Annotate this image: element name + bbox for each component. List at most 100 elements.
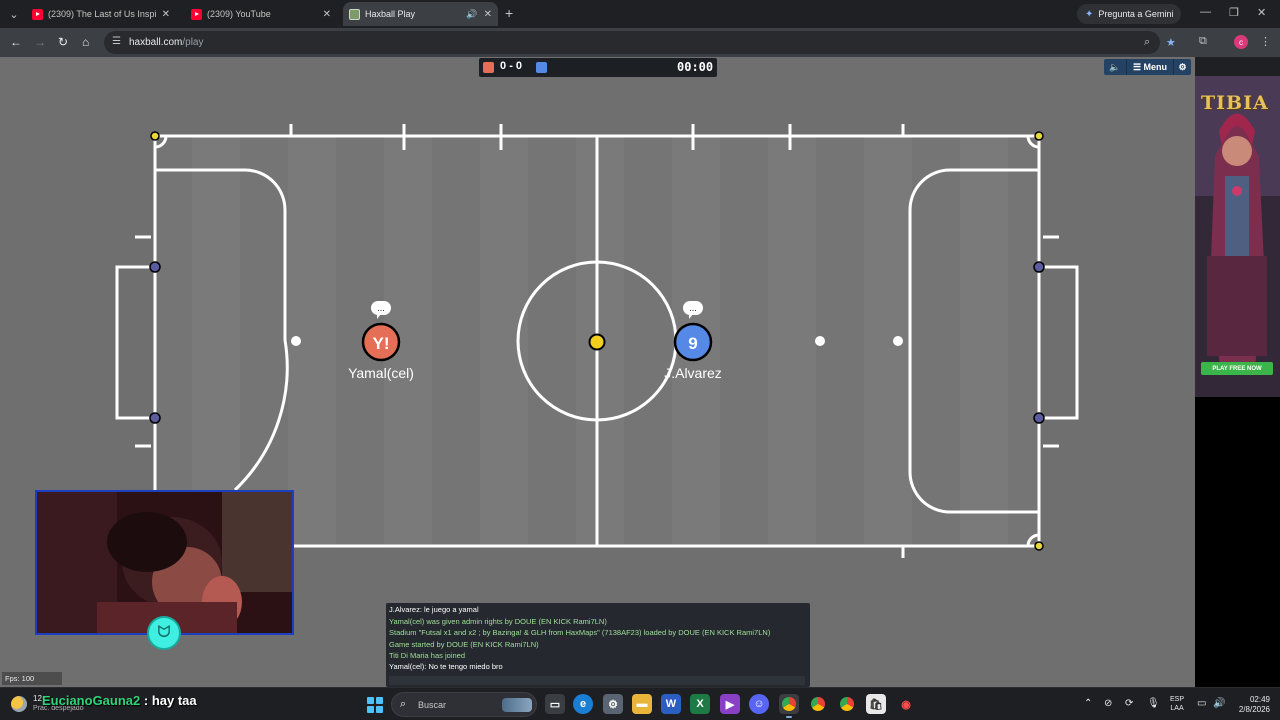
chrome-alt-icon[interactable] — [837, 694, 857, 714]
goal-post — [149, 261, 161, 273]
player-red-name: Yamal(cel) — [348, 365, 414, 381]
chrome-profile-icon[interactable] — [808, 694, 828, 714]
chat-line: Yamal(cel) was given admin rights by DOU… — [389, 617, 607, 626]
minimize-button[interactable]: — — [1200, 6, 1211, 18]
youtube-icon — [191, 8, 202, 20]
chat-line: Titi Di Maria has joined — [389, 651, 465, 660]
back-button[interactable]: ← — [10, 35, 22, 49]
address-bar[interactable]: ☰ haxball.com/play ⌕ ★ — [104, 31, 1176, 54]
score: 0 - 0 — [500, 60, 523, 72]
tab-title: (2309) The Last of Us Inspired A — [48, 9, 156, 19]
browser-toolbar: ← → ↻ ⌂ ☰ haxball.com/play ⌕ ★ ⧉ ⋮ — [0, 28, 1280, 57]
ad-title: TIBIA — [1201, 92, 1269, 114]
settings-icon[interactable]: ⚙ — [603, 694, 623, 714]
webcam-overlay — [35, 490, 294, 635]
webcam-feed — [37, 492, 292, 633]
store-icon[interactable]: 🛍 — [866, 694, 886, 714]
right-goal — [1039, 265, 1079, 420]
weather-temp: 12 — [33, 694, 42, 703]
stream-chat-message: : hay taa — [143, 693, 197, 708]
chrome-icon[interactable] — [779, 694, 799, 718]
match-clock: 00:00 — [677, 60, 714, 74]
extensions-icon[interactable]: ⧉ — [1199, 35, 1207, 48]
clipchamp-icon[interactable]: ▶ — [720, 694, 740, 714]
close-icon[interactable]: ✕ — [484, 9, 492, 20]
search-placeholder: Buscar — [418, 700, 447, 710]
stream-chat-user: EucianoGauna2 — [42, 693, 141, 708]
red-team-icon — [483, 62, 494, 73]
more-menu-icon[interactable]: ⋮ — [1260, 35, 1271, 48]
recorder-icon[interactable]: ◉ — [896, 694, 916, 714]
youtube-icon — [32, 8, 43, 20]
chat-panel: J.Alvarez: le juego a yamal Yamal(cel) w… — [386, 603, 810, 687]
game-top-buttons: 🔈 ☰ Menu ⚙ — [1104, 59, 1191, 75]
tray-update-icon[interactable]: ⟳ — [1125, 698, 1133, 709]
volume-icon[interactable]: 🔊 — [1213, 698, 1225, 709]
left-goal — [115, 265, 155, 420]
microphone-icon[interactable]: 🎙 — [1147, 698, 1160, 709]
tab-title: (2309) YouTube — [207, 9, 271, 19]
goal-post — [149, 412, 161, 424]
taskbar-clock[interactable]: 02:49 2/8/2026 — [1232, 695, 1270, 715]
goal-post — [1033, 261, 1045, 273]
haxball-icon — [349, 8, 360, 20]
forward-button[interactable]: → — [34, 35, 46, 49]
speaker-icon[interactable]: 🔊 — [466, 9, 477, 20]
tab-haxball[interactable]: Haxball Play 🔊 ✕ — [343, 2, 498, 26]
search-highlight-image — [502, 698, 532, 712]
ad-artwork — [1195, 76, 1280, 397]
ball — [588, 333, 606, 351]
chat-line: Stadium "Futsal x1 and x2 ; by Bazinga! … — [389, 628, 771, 637]
penalty-spot — [893, 336, 903, 346]
ad-play-button[interactable]: PLAY FREE NOW — [1201, 362, 1273, 375]
window-close-button[interactable]: ✕ — [1257, 6, 1266, 19]
language-indicator[interactable]: ESP LAA — [1170, 695, 1184, 713]
menu-button[interactable]: ☰ Menu — [1126, 59, 1173, 75]
tray-app-icon[interactable]: ⊘ — [1104, 698, 1112, 709]
blue-team-icon — [536, 62, 547, 73]
site-info-icon[interactable]: ☰ — [112, 36, 121, 47]
new-tab-button[interactable]: + — [505, 5, 513, 21]
chat-input[interactable] — [389, 676, 805, 685]
tray-overflow-icon[interactable]: ⌃ — [1084, 698, 1092, 709]
restore-button[interactable]: ❐ — [1229, 6, 1239, 19]
settings-gear-icon[interactable]: ⚙ — [1173, 59, 1191, 75]
close-icon[interactable]: ✕ — [323, 9, 331, 20]
gemini-button[interactable]: ✦ Pregunta a Gemini — [1077, 4, 1182, 24]
task-view-icon[interactable]: ▭ — [545, 694, 565, 714]
player-blue-avatar: 9 — [688, 334, 697, 353]
gemini-icon: ✦ — [1085, 8, 1094, 20]
discord-icon[interactable]: ☺ — [749, 694, 769, 714]
menu-icon: ☰ — [1132, 61, 1144, 72]
corner-post — [1034, 541, 1044, 551]
tab-youtube[interactable]: (2309) YouTube ✕ — [185, 2, 337, 26]
penalty-spot — [815, 336, 825, 346]
reload-button[interactable]: ↻ — [58, 35, 68, 49]
penalty-spot — [291, 336, 301, 346]
zoom-icon[interactable]: ⌕ — [1144, 36, 1150, 49]
profile-avatar[interactable]: c — [1234, 35, 1248, 49]
player-blue-name: J.Alvarez — [664, 365, 722, 381]
player-red-avatar: Y! — [373, 334, 390, 353]
windows-start-icon[interactable] — [367, 697, 383, 713]
tab-last-of-us[interactable]: (2309) The Last of Us Inspired A ✕ — [26, 2, 176, 26]
stream-chat-overlay: EucianoGauna2 : hay taa — [42, 693, 197, 708]
excel-icon[interactable]: X — [690, 694, 710, 714]
bookmark-star-icon[interactable]: ★ — [1166, 36, 1176, 49]
close-icon[interactable]: ✕ — [162, 9, 170, 20]
streamer-avatar-icon: ᗢ — [147, 616, 181, 650]
tibia-ad[interactable]: TIBIA PLAY FREE NOW — [1195, 76, 1280, 397]
word-icon[interactable]: W — [661, 694, 681, 714]
sound-toggle-icon[interactable]: 🔈 — [1104, 59, 1126, 75]
chat-line: J.Alvarez: le juego a yamal — [389, 605, 479, 614]
tab-search-button[interactable]: ⌄ — [4, 4, 24, 24]
corner-post — [1034, 131, 1044, 141]
taskbar-search[interactable]: ⌕ Buscar — [391, 692, 537, 717]
edge-icon[interactable]: e — [573, 694, 593, 714]
url-text[interactable]: haxball.com/play — [129, 37, 203, 48]
network-icon[interactable]: ▭ — [1197, 698, 1206, 709]
weather-icon[interactable] — [11, 696, 27, 712]
home-icon[interactable]: ⌂ — [82, 35, 89, 49]
file-explorer-icon[interactable]: ▬ — [632, 694, 652, 714]
corner-post — [150, 131, 160, 141]
